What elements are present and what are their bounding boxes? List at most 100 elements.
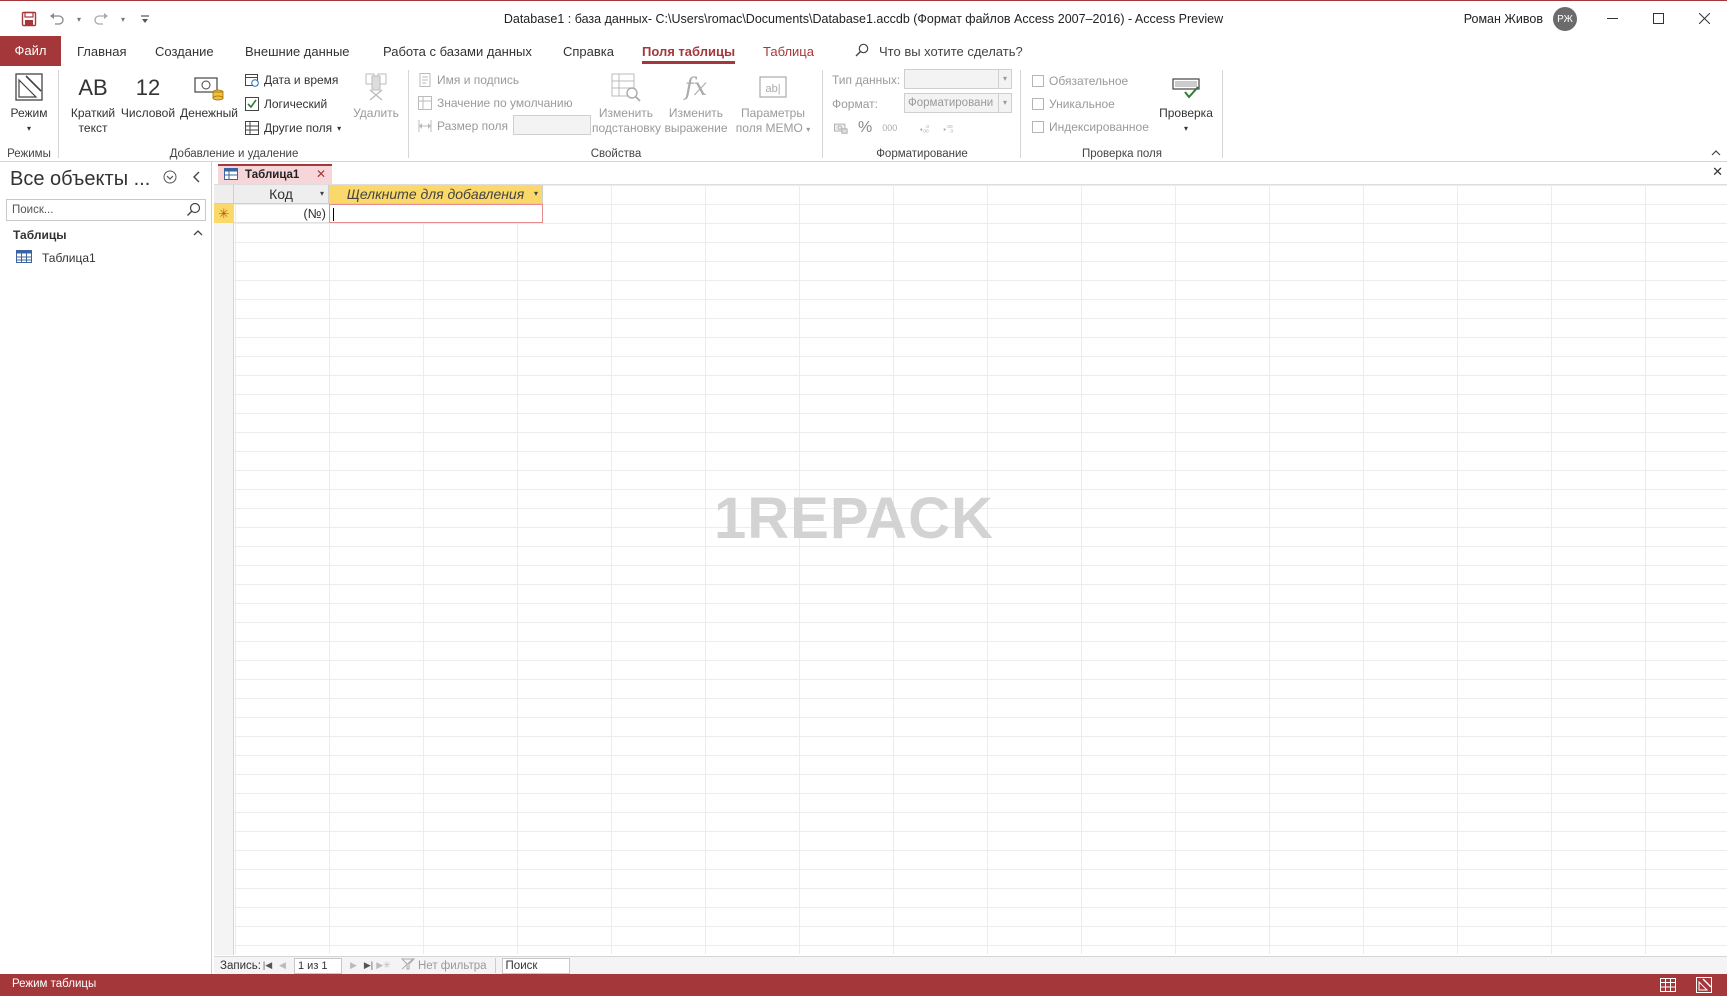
next-record-icon[interactable]: ▶ <box>346 960 361 971</box>
new-record-icon[interactable]: ▶✳ <box>376 960 391 971</box>
new-row-edit-cell[interactable] <box>329 204 543 223</box>
filter-indicator[interactable]: Нет фильтра <box>400 958 496 973</box>
previous-record-icon[interactable]: ◀ <box>275 960 290 971</box>
close-document-icon[interactable]: ✕ <box>1712 164 1723 180</box>
view-mode-button[interactable]: Режим ▾ <box>4 68 54 136</box>
collapse-ribbon-icon[interactable] <box>1711 148 1721 159</box>
indexed-checkbox[interactable]: Индексированное <box>1032 117 1149 137</box>
tab-table[interactable]: Таблица <box>763 39 814 66</box>
record-search-input[interactable]: Поиск <box>501 957 570 974</box>
group-label-views: Режимы <box>7 148 51 160</box>
new-record-selector[interactable]: ✳ <box>214 204 234 223</box>
data-type-dropdown[interactable]: ▾ <box>904 69 1012 89</box>
required-checkbox[interactable]: Обязательное <box>1032 71 1128 91</box>
avatar[interactable]: РЖ <box>1553 7 1577 31</box>
format-dropdown[interactable]: Форматировани ▾ <box>904 93 1012 113</box>
memo-settings-button[interactable]: ab| Параметры поля MEMO ▾ <box>732 68 814 137</box>
group-label-formatting: Форматирование <box>876 148 968 160</box>
boolean-button[interactable]: Логический <box>245 94 327 114</box>
format-label: Формат: <box>832 97 878 111</box>
customize-qat-icon[interactable] <box>134 9 156 29</box>
tab-external-data[interactable]: Внешние данные <box>245 39 350 66</box>
nav-menu-icon[interactable] <box>163 170 177 187</box>
datasheet-grid: Код ▾ Щелкните для добавления ▾ ✳ (№) 1R… <box>214 184 1727 955</box>
column-dropdown-icon[interactable]: ▾ <box>320 185 324 203</box>
column-dropdown-icon[interactable]: ▾ <box>534 185 538 203</box>
unique-checkbox[interactable]: Уникальное <box>1032 94 1115 114</box>
select-all-corner[interactable] <box>214 185 234 204</box>
redo-icon[interactable] <box>90 9 112 29</box>
chevron-down-icon: ▾ <box>1183 124 1188 133</box>
modify-expression-button[interactable]: fx Изменить выражение <box>664 68 728 136</box>
nav-pane-title[interactable]: Все объекты ... <box>10 168 150 191</box>
undo-icon[interactable] <box>46 9 68 29</box>
ribbon: Режим ▾ Режимы AB Краткий текст 12 Число… <box>0 66 1727 162</box>
delete-field-button[interactable]: Удалить <box>350 68 402 121</box>
calendar-icon <box>245 73 259 87</box>
tell-me-search[interactable]: Что вы хотите сделать? <box>855 40 1023 62</box>
chevron-up-icon[interactable] <box>193 227 203 239</box>
shutter-bar-close-icon[interactable] <box>191 170 201 187</box>
column-header-click-to-add[interactable]: Щелкните для добавления ▾ <box>329 185 543 204</box>
modify-lookups-button[interactable]: Изменить подстановку <box>592 68 661 136</box>
maximize-icon[interactable] <box>1635 1 1681 35</box>
currency-button[interactable]: Денежный <box>177 68 241 121</box>
nav-item-table1[interactable]: Таблица1 <box>16 250 96 266</box>
chevron-down-icon: ▾ <box>806 125 811 134</box>
tab-table-fields[interactable]: Поля таблицы <box>642 39 736 66</box>
name-caption-button[interactable]: Имя и подпись <box>418 70 519 90</box>
search-icon[interactable] <box>186 202 201 220</box>
navigation-pane: Все объекты ... Таблицы Таблица1 <box>0 162 212 974</box>
column-header-id[interactable]: Код ▾ <box>234 185 329 204</box>
redo-dropdown-icon[interactable]: ▾ <box>118 9 128 29</box>
group-divider <box>58 70 59 158</box>
datasheet-view-icon[interactable] <box>1659 976 1677 994</box>
checkbox-icon <box>1032 121 1044 133</box>
short-text-button[interactable]: AB Краткий текст <box>68 68 118 136</box>
field-size-label: Размер поля <box>418 116 508 136</box>
decrease-decimals-icon[interactable]: .00.0 <box>943 121 957 135</box>
new-row-id-cell[interactable]: (№) <box>234 204 329 223</box>
close-tab-icon[interactable]: ✕ <box>316 167 326 181</box>
save-icon[interactable] <box>18 9 40 29</box>
undo-dropdown-icon[interactable]: ▾ <box>74 9 84 29</box>
checkbox-icon <box>1032 98 1044 110</box>
tab-file[interactable]: Файл <box>0 36 61 66</box>
checkbox-icon <box>1032 75 1044 87</box>
first-record-icon[interactable]: |◀ <box>260 960 275 971</box>
name-caption-icon <box>418 73 432 87</box>
nav-section-tables[interactable]: Таблицы <box>13 228 203 242</box>
modify-lookups-icon <box>592 68 660 106</box>
group-add-delete: AB Краткий текст 12 Числовой Денежный Да… <box>60 66 408 162</box>
more-fields-button[interactable]: Другие поля ▾ <box>245 118 341 138</box>
tell-me-text: Что вы хотите сделать? <box>879 43 1023 59</box>
document-tab-table1[interactable]: Таблица1 ✕ <box>218 164 332 184</box>
comma-format-icon[interactable]: 000 <box>882 123 897 133</box>
tab-create[interactable]: Создание <box>155 39 214 66</box>
validation-button[interactable]: Проверка ▾ <box>1154 68 1218 136</box>
function-icon: fx <box>684 72 708 101</box>
close-icon[interactable] <box>1681 1 1727 35</box>
increase-decimals-icon[interactable]: .0.00 <box>919 121 933 135</box>
tab-help[interactable]: Справка <box>563 39 614 66</box>
number-button[interactable]: 12 Числовой <box>120 68 176 121</box>
chevron-down-icon: ▾ <box>998 94 1011 112</box>
chevron-down-icon: ▾ <box>26 124 31 133</box>
field-size-input[interactable] <box>513 115 591 135</box>
tab-home[interactable]: Главная <box>77 39 126 66</box>
user-account[interactable]: Роман Живов РЖ <box>1464 7 1577 31</box>
design-view-icon[interactable] <box>1695 976 1713 994</box>
group-field-validation: Обязательное Уникальное Индексированное … <box>1022 66 1222 162</box>
nav-pane-header-buttons <box>163 170 201 187</box>
currency-format-icon[interactable] <box>834 121 848 135</box>
percent-format-icon[interactable]: % <box>858 119 872 137</box>
chevron-down-icon: ▾ <box>337 123 342 133</box>
datetime-button[interactable]: Дата и время <box>245 70 338 90</box>
title-bar: ▾ ▾ Database1 : база данных- C:\Users\ro… <box>0 0 1727 36</box>
nav-search-input[interactable] <box>7 200 177 220</box>
default-value-button[interactable]: Значение по умолчанию <box>418 93 573 113</box>
last-record-icon[interactable]: ▶| <box>361 960 376 971</box>
minimize-icon[interactable] <box>1589 1 1635 35</box>
current-record-input[interactable]: 1 из 1 <box>294 957 342 974</box>
tab-database-tools[interactable]: Работа с базами данных <box>383 39 532 66</box>
